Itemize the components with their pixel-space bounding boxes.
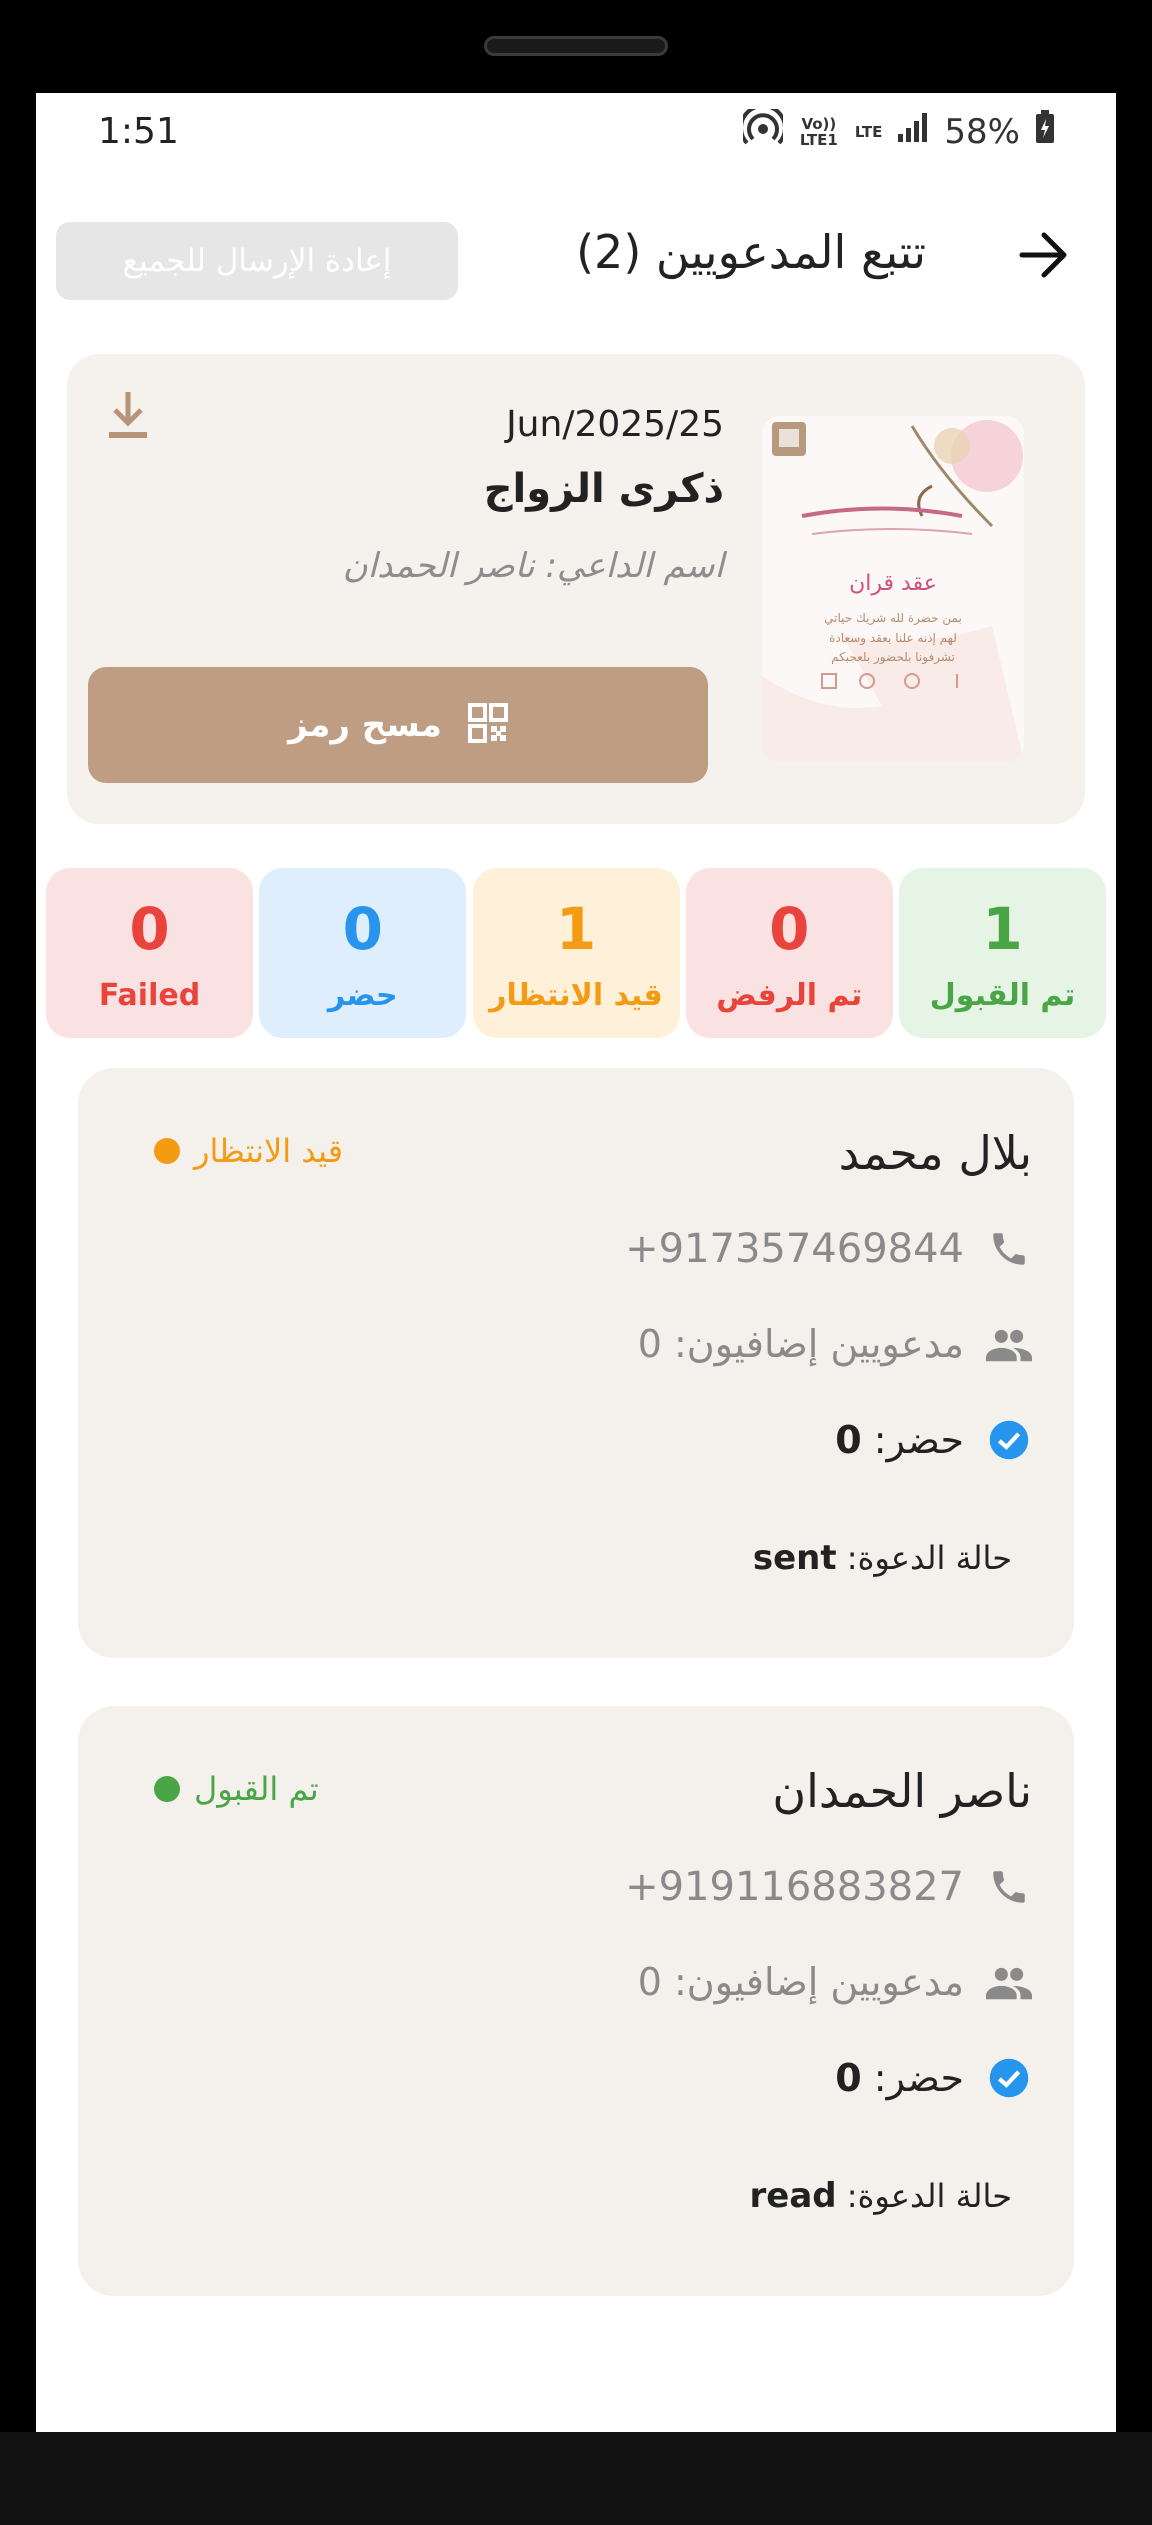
phone-bottom-bezel bbox=[0, 2432, 1152, 2525]
stat-pending-label: قيد الانتظار bbox=[489, 977, 663, 1013]
invitation-image[interactable]: عقد قران بمن حضرة لله شريك حياتي لهم إذن… bbox=[762, 416, 1024, 762]
guest-card[interactable]: بلال محمد قيد الانتظار +917357469844 مدع… bbox=[78, 1068, 1074, 1658]
stats-row: 1 تم القبول 0 تم الرفض 1 قيد الانتظار 0 … bbox=[46, 868, 1106, 1038]
stat-failed[interactable]: 0 Failed bbox=[46, 868, 253, 1038]
volte-icon: Vo)) LTE1 bbox=[799, 114, 838, 149]
guest-attend: حضر: 0 bbox=[835, 1418, 964, 1462]
invite-status-label: حالة الدعوة: bbox=[846, 1539, 1012, 1577]
lte-icon: LTE bbox=[854, 122, 883, 141]
guest-phone-row: +919116883827 bbox=[625, 1864, 1032, 1910]
resend-all-button[interactable]: إعادة الإرسال للجميع bbox=[56, 222, 458, 300]
stat-failed-label: Failed bbox=[98, 977, 201, 1013]
event-date: Jun/2025/25 bbox=[506, 404, 724, 445]
stat-failed-count: 0 bbox=[129, 894, 170, 963]
phone-icon bbox=[986, 1226, 1032, 1272]
invite-status-value: read bbox=[749, 2176, 837, 2216]
app-screen: 1:51 Vo)) LTE1 LTE 58% تتبع المدعويين (2… bbox=[36, 93, 1116, 2432]
guest-name: بلال محمد bbox=[838, 1126, 1032, 1180]
guest-phone: +919116883827 bbox=[625, 1864, 964, 1910]
stat-attended-label: حضر bbox=[327, 977, 398, 1013]
attend-value: 0 bbox=[835, 1418, 862, 1462]
stat-attended-count: 0 bbox=[342, 894, 383, 963]
invite-line-3: تشرفونا بلحضور بلعجبكم bbox=[831, 650, 955, 664]
check-circle-icon bbox=[986, 1417, 1032, 1463]
guest-extra-row: مدعويين إضافيون: 0 bbox=[638, 1959, 1032, 2005]
page-title: تتبع المدعويين (2) bbox=[576, 225, 926, 279]
qr-code-icon bbox=[467, 703, 508, 747]
stat-pending-count: 1 bbox=[555, 894, 597, 963]
invite-status: حالة الدعوة: read bbox=[750, 2176, 1013, 2216]
status-dot-icon bbox=[154, 1138, 180, 1164]
guest-card[interactable]: ناصر الحمدان تم القبول +919116883827 مدع… bbox=[78, 1706, 1074, 2296]
download-icon[interactable] bbox=[105, 388, 151, 442]
invite-status-label: حالة الدعوة: bbox=[846, 2177, 1012, 2215]
event-card: Jun/2025/25 ذكرى الزواج اسم الداعي: ناصر… bbox=[67, 354, 1085, 824]
guest-status-label: تم القبول bbox=[194, 1770, 319, 1808]
stat-rejected-label: تم الرفض bbox=[716, 977, 863, 1013]
stat-accepted-count: 1 bbox=[982, 894, 1023, 963]
stat-pending[interactable]: 1 قيد الانتظار bbox=[472, 868, 680, 1038]
attend-label: حضر: bbox=[873, 1418, 964, 1462]
stat-attended[interactable]: 0 حضر bbox=[259, 868, 467, 1038]
people-icon bbox=[986, 1959, 1032, 2005]
scan-code-button[interactable]: مسح رمز bbox=[88, 667, 708, 783]
attend-label: حضر: bbox=[873, 2056, 964, 2100]
attend-value: 0 bbox=[835, 2056, 862, 2100]
event-host: اسم الداعي: ناصر الحمدان bbox=[342, 546, 724, 586]
status-dot-icon bbox=[154, 1776, 180, 1802]
guest-extra: مدعويين إضافيون: 0 bbox=[637, 1322, 964, 1366]
guest-attend: حضر: 0 bbox=[835, 2056, 964, 2100]
invite-heading: عقد قران bbox=[849, 571, 937, 596]
stat-rejected-count: 0 bbox=[769, 894, 810, 963]
invite-status: حالة الدعوة: sent bbox=[753, 1538, 1012, 1578]
guest-extra: مدعويين إضافيون: 0 bbox=[637, 1960, 964, 2004]
signal-icon bbox=[896, 110, 930, 153]
stat-accepted-label: تم القبول bbox=[929, 977, 1076, 1013]
scan-code-label: مسح رمز bbox=[288, 705, 442, 745]
stat-accepted[interactable]: 1 تم القبول bbox=[899, 868, 1106, 1038]
event-title: ذكرى الزواج bbox=[483, 466, 724, 512]
invite-line-2: لهم إذنه علنا بعقد وسعادة bbox=[829, 631, 957, 645]
phone-icon bbox=[986, 1864, 1032, 1910]
guest-phone-row: +917357469844 bbox=[625, 1226, 1032, 1272]
arrow-right-icon bbox=[1019, 232, 1067, 278]
battery-icon bbox=[1034, 109, 1056, 154]
guest-extra-row: مدعويين إضافيون: 0 bbox=[638, 1321, 1032, 1367]
check-circle-icon bbox=[986, 2055, 1032, 2101]
guest-phone: +917357469844 bbox=[625, 1226, 964, 1272]
status-time: 1:51 bbox=[98, 111, 179, 152]
people-icon bbox=[986, 1321, 1032, 1367]
invite-line-1: بمن حضرة لله شريك حياتي bbox=[824, 611, 962, 625]
phone-frame: 1:51 Vo)) LTE1 LTE 58% تتبع المدعويين (2… bbox=[0, 0, 1152, 2525]
battery-text: 58% bbox=[944, 111, 1020, 152]
guest-attend-row: حضر: 0 bbox=[835, 2055, 1032, 2101]
earpiece-speaker bbox=[484, 36, 668, 56]
stat-rejected[interactable]: 0 تم الرفض bbox=[685, 868, 893, 1038]
back-button[interactable] bbox=[1012, 223, 1076, 287]
hotspot-icon bbox=[738, 103, 787, 154]
guest-status-label: قيد الانتظار bbox=[194, 1132, 344, 1170]
status-bar: 1:51 Vo)) LTE1 LTE 58% bbox=[36, 93, 1116, 173]
guest-attend-row: حضر: 0 bbox=[835, 1417, 1032, 1463]
status-icons: Vo)) LTE1 LTE 58% bbox=[738, 103, 1056, 154]
guest-name: ناصر الحمدان bbox=[772, 1764, 1032, 1818]
guest-status: قيد الانتظار bbox=[154, 1132, 343, 1170]
invite-status-value: sent bbox=[752, 1538, 837, 1578]
guest-status: تم القبول bbox=[154, 1770, 319, 1808]
app-header: تتبع المدعويين (2) إعادة الإرسال للجميع bbox=[36, 205, 1116, 305]
